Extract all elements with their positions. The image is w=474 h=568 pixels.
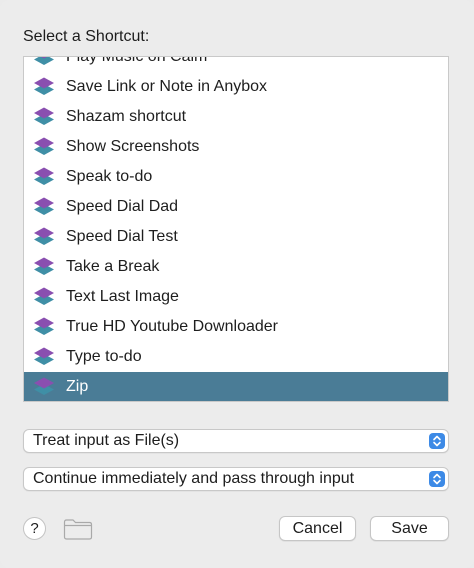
shortcut-list-item[interactable]: Shazam shortcut (24, 102, 448, 132)
shortcut-stack-icon (34, 57, 54, 65)
shortcut-list-item-label: Take a Break (66, 258, 160, 275)
input-mode-select[interactable]: Treat input as File(s) (23, 429, 449, 453)
folder-icon[interactable] (63, 518, 93, 540)
shortcut-list-item[interactable]: True HD Youtube Downloader (24, 312, 448, 342)
shortcut-stack-icon (34, 347, 54, 365)
shortcut-list-item-label: Type to-do (66, 348, 142, 365)
shortcut-list-item[interactable]: Speed Dial Dad (24, 192, 448, 222)
shortcut-stack-icon (34, 227, 54, 245)
shortcut-list-item-label: Shazam shortcut (66, 108, 187, 125)
shortcut-list-item-label: Save Link or Note in Anybox (66, 78, 268, 95)
up-down-arrows-icon (429, 471, 445, 487)
shortcut-stack-icon (34, 77, 54, 95)
output-mode-value: Continue immediately and pass through in… (33, 470, 355, 487)
shortcut-list-item[interactable]: Zip (24, 372, 448, 401)
shortcut-list-item[interactable]: Speak to-do (24, 162, 448, 192)
shortcut-stack-icon (34, 377, 54, 395)
shortcut-list-item[interactable]: Speed Dial Test (24, 222, 448, 252)
shortcut-list[interactable]: Play Music on Calm Save Link or Note in A… (23, 56, 449, 402)
shortcut-list-item-label: Speed Dial Dad (66, 198, 179, 215)
shortcut-list-item-label: Speed Dial Test (66, 228, 178, 245)
shortcut-list-item-label: True HD Youtube Downloader (66, 318, 278, 335)
input-mode-value: Treat input as File(s) (33, 432, 180, 449)
cancel-button[interactable]: Cancel (279, 516, 356, 541)
shortcut-list-item[interactable]: Play Music on Calm (24, 56, 448, 72)
shortcut-stack-icon (34, 167, 54, 185)
shortcut-list-item[interactable]: Type to-do (24, 342, 448, 372)
output-mode-select[interactable]: Continue immediately and pass through in… (23, 467, 449, 491)
shortcut-list-item-label: Speak to-do (66, 168, 153, 185)
dialog-prompt: Select a Shortcut: (23, 28, 150, 45)
shortcut-list-item[interactable]: Take a Break (24, 252, 448, 282)
shortcut-list-item[interactable]: Show Screenshots (24, 132, 448, 162)
help-button[interactable]: ? (23, 517, 46, 540)
save-button[interactable]: Save (370, 516, 449, 541)
shortcut-stack-icon (34, 287, 54, 305)
shortcut-list-item-label: Play Music on Calm (66, 56, 208, 65)
shortcut-list-item-label: Zip (66, 378, 89, 395)
shortcut-stack-icon (34, 107, 54, 125)
select-shortcut-dialog: Select a Shortcut: Play Music on Calm Sav… (0, 0, 474, 568)
shortcut-list-item-label: Text Last Image (66, 288, 179, 305)
shortcut-stack-icon (34, 137, 54, 155)
shortcut-stack-icon (34, 197, 54, 215)
up-down-arrows-icon (429, 433, 445, 449)
shortcut-list-item[interactable]: Text Last Image (24, 282, 448, 312)
shortcut-list-content: Play Music on Calm Save Link or Note in A… (24, 56, 448, 401)
shortcut-stack-icon (34, 317, 54, 335)
shortcut-stack-icon (34, 257, 54, 275)
shortcut-list-item[interactable]: Save Link or Note in Anybox (24, 72, 448, 102)
shortcut-list-item-label: Show Screenshots (66, 138, 200, 155)
